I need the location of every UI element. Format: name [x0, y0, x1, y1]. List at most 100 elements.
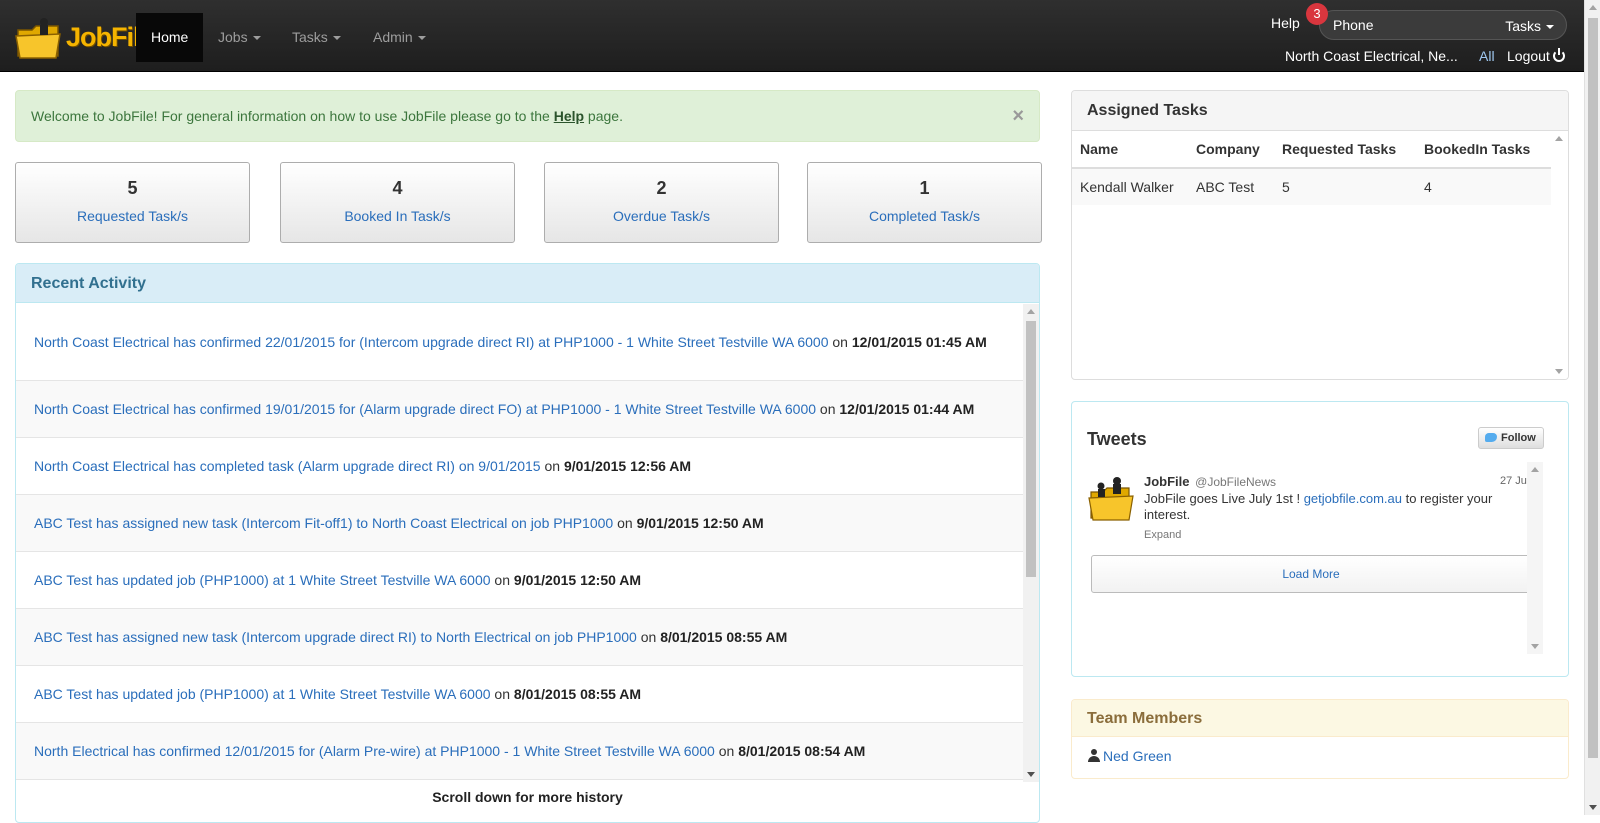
tweet-feed[interactable]: JobFile @JobFileNews 27 Jun JobFile goes… [1087, 462, 1543, 654]
activity-item: ABC Test has updated job (PHP1000) at 1 … [16, 666, 1025, 723]
activity-item: North Coast Electrical has confirmed 19/… [16, 381, 1025, 438]
recent-activity-panel: Recent Activity North Coast Electrical h… [15, 263, 1040, 823]
stat-overdue-tasks[interactable]: 2 Overdue Task/s [544, 162, 779, 243]
scroll-up-icon[interactable] [1589, 5, 1597, 10]
team-member-name: Ned Green [1103, 748, 1172, 764]
selector-tasks-label: Tasks [1505, 18, 1541, 34]
column-header: Requested Tasks [1274, 131, 1416, 169]
activity-date: 12/01/2015 01:44 AM [839, 401, 975, 417]
tweet-author-name: JobFile [1144, 474, 1190, 489]
follow-label: Follow [1501, 432, 1536, 444]
close-icon[interactable]: × [1012, 91, 1024, 141]
tweet-expand-link[interactable]: Expand [1144, 529, 1181, 541]
activity-date: 9/01/2015 12:50 AM [513, 572, 642, 588]
twitter-follow-button[interactable]: Follow [1478, 427, 1544, 449]
activity-date: 8/01/2015 08:55 AM [660, 629, 788, 645]
team-member-link[interactable]: Ned Green [1088, 748, 1171, 764]
table-cell: Kendall Walker [1072, 168, 1188, 205]
nav-jobs[interactable]: Jobs [203, 13, 276, 62]
stat-booked-in-tasks[interactable]: 4 Booked In Task/s [280, 162, 515, 243]
chevron-down-icon [1546, 25, 1554, 30]
activity-on: on [828, 334, 852, 350]
tweets-title: Tweets [1087, 429, 1147, 449]
chevron-down-icon [252, 36, 261, 41]
table-cell: ABC Test [1188, 168, 1274, 205]
assigned-tasks-panel: Assigned Tasks Name Company Requested Ta… [1071, 90, 1569, 380]
scroll-down-icon[interactable] [1531, 644, 1539, 649]
page-scrollbar[interactable] [1584, 0, 1600, 815]
stat-label: Requested Task/s [76, 208, 189, 224]
activity-date: 9/01/2015 12:56 AM [563, 458, 692, 474]
tweets-scrollbar[interactable] [1527, 462, 1543, 654]
activity-link[interactable]: North Coast Electrical has completed tas… [34, 458, 541, 474]
activity-link[interactable]: North Electrical has confirmed 12/01/201… [34, 743, 715, 759]
phone-tasks-selector[interactable]: Phone Tasks [1319, 10, 1567, 40]
stat-requested-tasks[interactable]: 5 Requested Task/s [15, 162, 250, 243]
activity-item: ABC Test has assigned new task (Intercom… [16, 495, 1025, 552]
power-icon [1552, 48, 1565, 62]
activity-on: on [613, 515, 637, 531]
stat-label: Overdue Task/s [612, 208, 710, 224]
activity-scrollbar[interactable] [1023, 304, 1039, 782]
stat-label: Completed Task/s [868, 208, 980, 224]
activity-link[interactable]: ABC Test has updated job (PHP1000) at 1 … [34, 686, 491, 702]
column-header: Company [1188, 131, 1274, 169]
activity-link[interactable]: ABC Test has assigned new task (Intercom… [34, 515, 613, 531]
company-name[interactable]: North Coast Electrical, Ne... [1285, 48, 1458, 64]
alert-help-link[interactable]: Help [554, 108, 584, 124]
nav-admin[interactable]: Admin [358, 13, 441, 62]
table-row[interactable]: Kendall Walker ABC Test 5 4 [1072, 168, 1552, 205]
tweet-author[interactable]: JobFile @JobFileNews [1144, 474, 1276, 489]
activity-on: on [540, 458, 564, 474]
column-header: Name [1072, 131, 1188, 169]
activity-list[interactable]: North Coast Electrical has confirmed 22/… [16, 304, 1025, 782]
nav-admin-label: Admin [373, 29, 413, 45]
activity-link[interactable]: North Coast Electrical has confirmed 19/… [34, 401, 816, 417]
activity-item: ABC Test has assigned new task (Intercom… [16, 609, 1025, 666]
load-more-button[interactable]: Load More [1091, 555, 1531, 593]
tweet-link[interactable]: getjobfile.com.au [1304, 491, 1402, 506]
recent-activity-title: Recent Activity [16, 264, 1039, 303]
assigned-tasks-scrollbar[interactable] [1551, 131, 1568, 379]
activity-date: 8/01/2015 08:54 AM [738, 743, 866, 759]
table-header-row: Name Company Requested Tasks BookedIn Ta… [1072, 131, 1552, 169]
nav-home[interactable]: Home [136, 13, 204, 62]
activity-on: on [816, 401, 840, 417]
selector-tasks-menu[interactable]: Tasks [1505, 18, 1554, 34]
table-cell: 5 [1274, 168, 1416, 205]
nav-tasks[interactable]: Tasks [277, 13, 356, 62]
tweets-panel: Tweets Follow JobFile @JobFileNews 27 Ju… [1071, 401, 1569, 677]
scroll-down-icon[interactable] [1027, 772, 1035, 777]
scroll-more-history: Scroll down for more history [432, 789, 623, 805]
logout-button[interactable]: Logout [1507, 48, 1565, 64]
top-navbar: JobFile Home Jobs Tasks Admin Help Phone… [0, 0, 1584, 72]
help-link[interactable]: Help [1271, 15, 1300, 31]
activity-link[interactable]: ABC Test has updated job (PHP1000) at 1 … [34, 572, 491, 588]
team-members-title: Team Members [1072, 700, 1568, 737]
scroll-thumb[interactable] [1588, 18, 1598, 758]
stat-value: 1 [919, 178, 930, 198]
scroll-up-icon[interactable] [1555, 136, 1563, 141]
scroll-down-icon[interactable] [1589, 805, 1597, 810]
scroll-up-icon[interactable] [1027, 309, 1035, 314]
scroll-down-icon[interactable] [1555, 369, 1563, 374]
column-header: BookedIn Tasks [1416, 131, 1552, 169]
jobfile-avatar-icon[interactable] [1087, 472, 1137, 522]
activity-date: 9/01/2015 12:50 AM [636, 515, 764, 531]
scroll-up-icon[interactable] [1531, 467, 1539, 472]
tweet-text: JobFile goes Live July 1st ! getjobfile.… [1144, 491, 1529, 523]
activity-link[interactable]: ABC Test has assigned new task (Intercom… [34, 629, 637, 645]
user-icon [1088, 749, 1100, 762]
all-link[interactable]: All [1479, 48, 1495, 64]
chevron-down-icon [332, 36, 341, 41]
folder-logo-icon [15, 18, 61, 59]
tweet-text-before: JobFile goes Live July 1st ! [1144, 491, 1304, 506]
notification-badge[interactable]: 3 [1306, 3, 1328, 25]
activity-link[interactable]: North Coast Electrical has confirmed 22/… [34, 334, 829, 350]
stat-value: 5 [127, 178, 138, 198]
scroll-thumb[interactable] [1026, 321, 1036, 577]
stat-completed-tasks[interactable]: 1 Completed Task/s [807, 162, 1042, 243]
twitter-bird-icon [1485, 433, 1497, 442]
chevron-down-icon [417, 36, 426, 41]
jobfile-logo[interactable]: JobFile [14, 8, 155, 64]
